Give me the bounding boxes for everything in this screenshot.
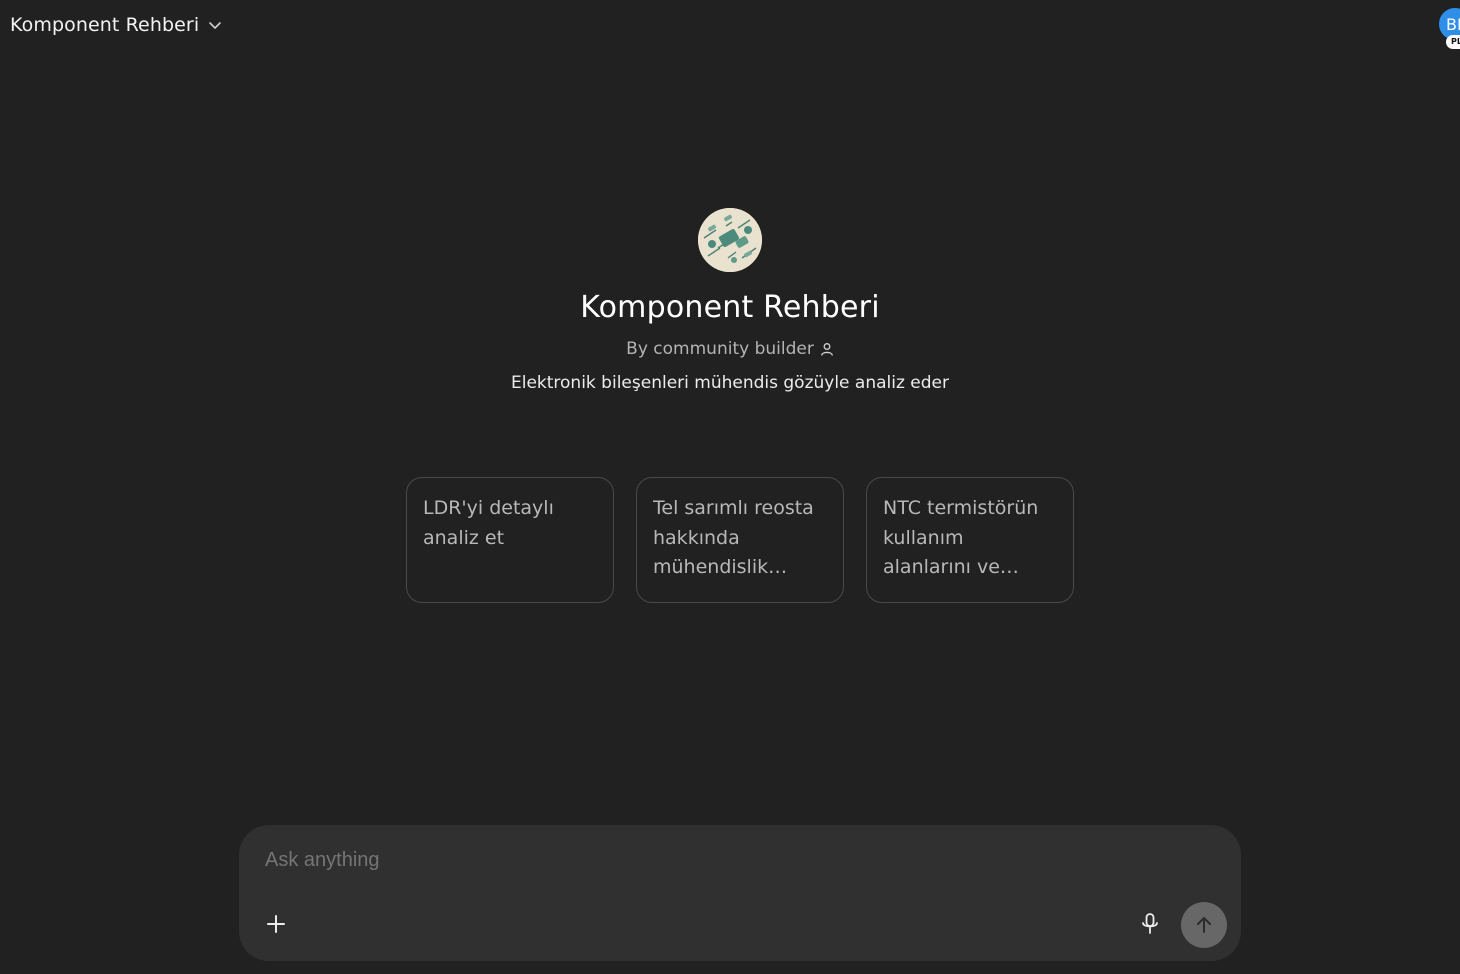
starter-card[interactable]: LDR'yi detaylı analiz et bbox=[406, 477, 614, 603]
starter-label: LDR'yi detaylı analiz et bbox=[423, 497, 554, 549]
microphone-icon bbox=[1142, 913, 1158, 934]
conversation-starters: LDR'yi detaylı analiz et Tel sarımlı reo… bbox=[406, 477, 1074, 603]
gpt-description: Elektronik bileşenleri mühendis gözüyle … bbox=[510, 373, 949, 393]
starter-card[interactable]: NTC termistörün kullanım alanlarını ve ö… bbox=[866, 477, 1074, 603]
starter-card[interactable]: Tel sarımlı reosta hakkında mühendislik … bbox=[636, 477, 844, 603]
circuit-board-logo bbox=[698, 208, 762, 272]
header-title: Komponent Rehberi bbox=[10, 14, 200, 36]
attach-button[interactable] bbox=[261, 909, 291, 939]
person-icon bbox=[820, 343, 833, 356]
chevron-down-icon bbox=[209, 22, 222, 29]
plus-icon bbox=[267, 915, 285, 933]
starter-label: NTC termistörün kullanım alanlarını ve ö… bbox=[883, 497, 1039, 578]
prompt-input[interactable] bbox=[265, 849, 1125, 872]
send-button[interactable] bbox=[1181, 902, 1227, 948]
voice-input-button[interactable] bbox=[1135, 909, 1165, 939]
gpt-intro: Komponent Rehberi By community builder E… bbox=[0, 208, 1460, 393]
author-label: By community builder bbox=[626, 339, 814, 359]
gpt-author: By community builder bbox=[626, 339, 834, 359]
gpt-name: Komponent Rehberi bbox=[580, 290, 880, 325]
starter-label: Tel sarımlı reosta hakkında mühendislik … bbox=[653, 497, 814, 578]
gpt-title-dropdown[interactable]: Komponent Rehberi bbox=[4, 8, 229, 42]
arrow-up-icon bbox=[1197, 917, 1211, 933]
message-composer bbox=[239, 825, 1241, 961]
avatar-initials: BI bbox=[1446, 14, 1460, 34]
plan-badge: PLUS bbox=[1446, 35, 1460, 49]
top-bar: Komponent Rehberi BI PLUS bbox=[0, 0, 1460, 50]
